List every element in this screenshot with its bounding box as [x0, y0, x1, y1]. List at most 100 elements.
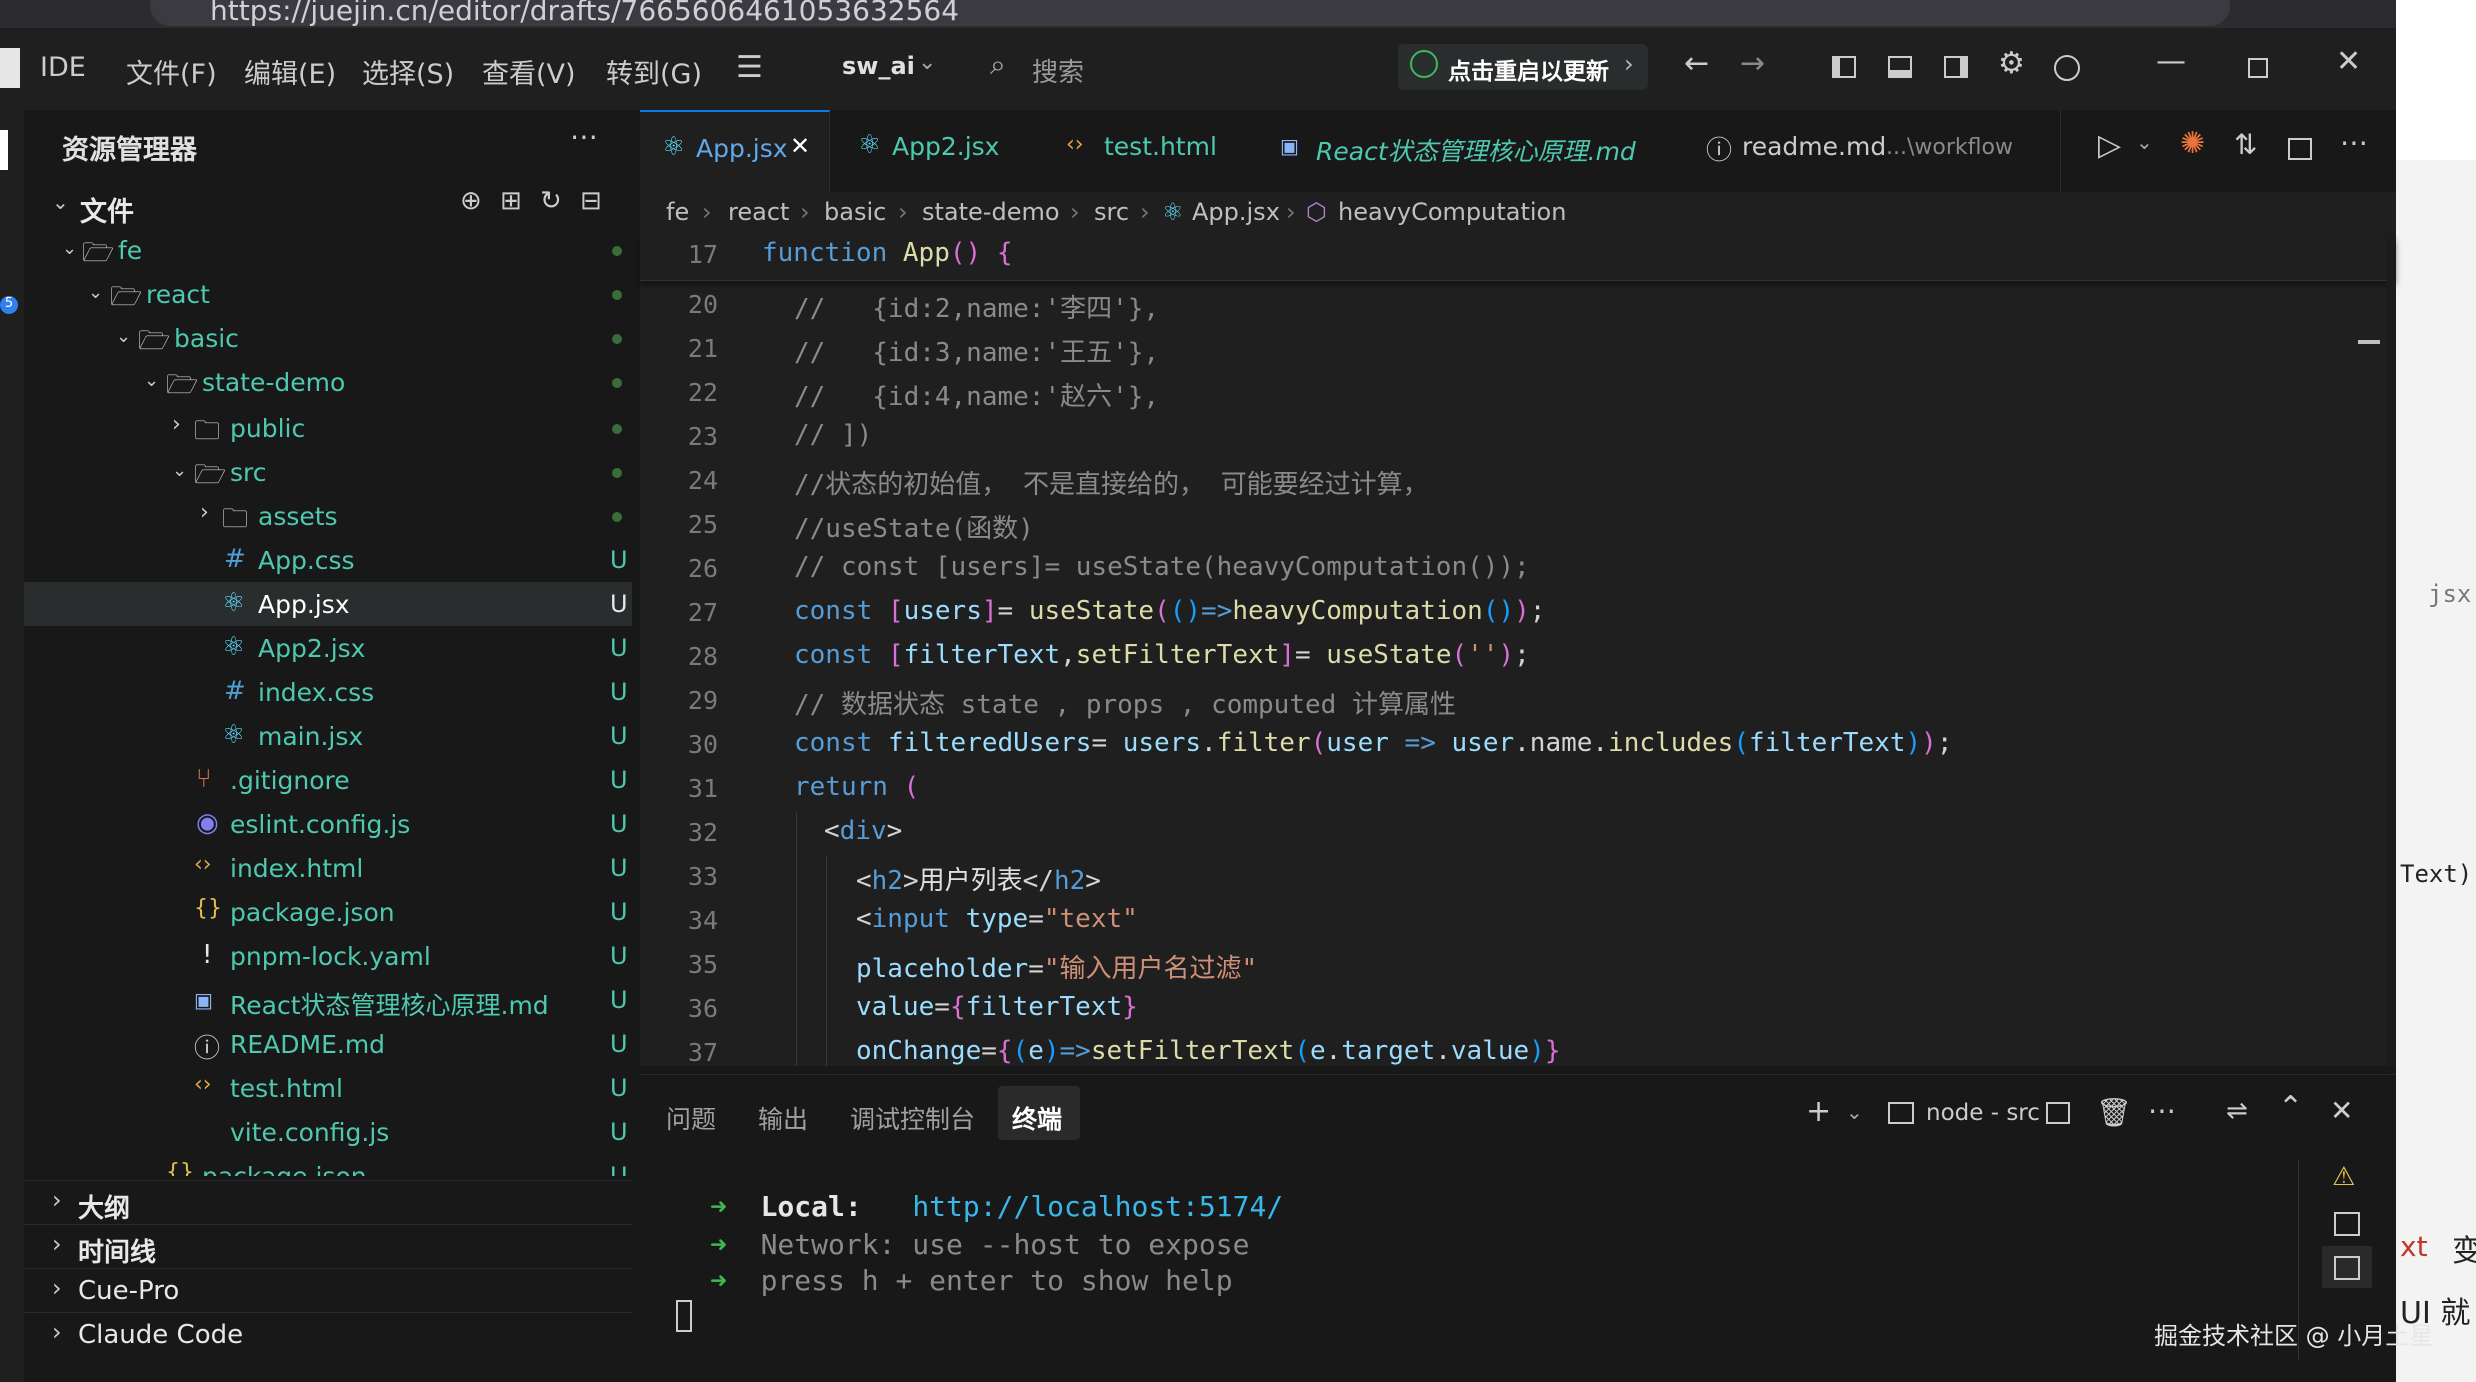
breadcrumb-symbol[interactable]: heavyComputation	[1338, 198, 1566, 226]
tab-app2-jsx[interactable]: ⚛ App2.jsx	[830, 110, 1043, 192]
terminal-instance-icon[interactable]	[2334, 1212, 2360, 1236]
hamburger-menu-icon[interactable]: ☰	[736, 50, 763, 85]
more-actions-icon[interactable]: ⋯	[570, 120, 598, 153]
panel-tab-problems[interactable]: 问题	[666, 1100, 716, 1136]
breadcrumb-fe[interactable]: fe	[666, 198, 689, 226]
maximize-panel-icon[interactable]: ⌃	[2278, 1090, 2303, 1125]
more-actions-icon[interactable]: ⋯	[2148, 1094, 2176, 1127]
git-status: U	[610, 722, 628, 750]
split-terminal-icon[interactable]	[2046, 1102, 2070, 1124]
settings-sliders-icon[interactable]: ⇌	[2226, 1096, 2248, 1126]
ide-logo	[0, 48, 20, 88]
spark-icon[interactable]: ✺	[2180, 126, 2205, 161]
workspace-section-title[interactable]: 文件	[80, 190, 134, 229]
tree-item-index-html[interactable]: ‹› index.html U	[24, 846, 632, 890]
chevron-right-icon: ›	[52, 1186, 62, 1214]
breadcrumb-basic[interactable]: basic	[824, 198, 886, 226]
new-terminal-icon[interactable]: +	[1806, 1094, 1831, 1129]
editor-scrollbar[interactable]	[2386, 236, 2396, 1066]
tree-item-app-jsx-selected[interactable]: ⚛ App.jsx U	[24, 582, 632, 626]
tree-item-assets[interactable]: › 🗀 assets	[24, 494, 632, 538]
tree-item-react[interactable]: ⌄ 🗁 react	[24, 272, 632, 316]
breadcrumb-src[interactable]: src	[1094, 198, 1129, 226]
chevron-down-icon[interactable]: ⌄	[52, 190, 69, 214]
tree-item-index-css[interactable]: # index.css U	[24, 670, 632, 714]
tree-item-app-css[interactable]: # App.css U	[24, 538, 632, 582]
tree-item-gitignore[interactable]: ⑂ .gitignore U	[24, 758, 632, 802]
tree-item-basic[interactable]: ⌄ 🗁 basic	[24, 316, 632, 360]
tree-item-package-json-clipped[interactable]: {} package.json U	[24, 1154, 632, 1176]
panel-tab-output[interactable]: 输出	[758, 1100, 808, 1136]
section-timeline[interactable]: 时间线	[78, 1232, 156, 1269]
tree-item-eslint-config[interactable]: ◉ eslint.config.js U	[24, 802, 632, 846]
tree-item-react-md[interactable]: ▣ React状态管理核心原理.md U	[24, 978, 632, 1022]
terminal-instance-icon[interactable]	[2334, 1256, 2360, 1280]
tree-item-label: App.css	[258, 546, 355, 575]
tree-item-package-json[interactable]: {} package.json U	[24, 890, 632, 934]
folder-open-icon: 🗁	[166, 370, 199, 400]
breadcrumb-react[interactable]: react	[728, 198, 789, 226]
terminal-name[interactable]: node - src	[1926, 1100, 2040, 1126]
warning-icon[interactable]: ⚠	[2332, 1162, 2355, 1192]
new-file-icon[interactable]: ⊕	[460, 186, 482, 216]
refresh-icon[interactable]: ↻	[540, 186, 562, 216]
tree-item-pnpm-lock[interactable]: ! pnpm-lock.yaml U	[24, 934, 632, 978]
more-actions-icon[interactable]: ⋯	[2340, 126, 2368, 159]
new-folder-icon[interactable]: ⊞	[500, 186, 522, 216]
toggle-panel-icon[interactable]	[1888, 56, 1912, 78]
account-icon[interactable]	[2054, 55, 2080, 81]
section-outline[interactable]: 大纲	[78, 1188, 130, 1225]
back-arrow-icon[interactable]: ←	[1684, 46, 1709, 81]
gear-icon[interactable]: ⚙	[1998, 46, 2025, 81]
section-cue-pro[interactable]: Cue-Pro	[78, 1276, 179, 1306]
close-icon[interactable]: ✕	[790, 132, 810, 160]
tree-item-vite-config[interactable]: vite.config.js U	[24, 1110, 632, 1154]
profile-select[interactable]: sw_ai ⌄	[822, 48, 940, 88]
forward-arrow-icon[interactable]: →	[1740, 46, 1765, 81]
chevron-down-icon[interactable]: ⌄	[2136, 130, 2153, 154]
menu-selection[interactable]: 选择(S)	[362, 52, 454, 91]
address-bar-url[interactable]: https://juejin.cn/editor/drafts/76656064…	[210, 0, 959, 27]
command-search[interactable]: ⌕ 搜索	[980, 48, 1360, 88]
toggle-sidebar-icon[interactable]	[1832, 56, 1856, 78]
tree-item-state-demo[interactable]: ⌄ 🗁 state-demo	[24, 360, 632, 404]
breadcrumb-state-demo[interactable]: state-demo	[922, 198, 1060, 226]
chevron-down-icon[interactable]: ⌄	[1846, 1100, 1863, 1124]
line-number: 31	[687, 774, 718, 803]
line-number: 29	[687, 686, 718, 715]
collapse-all-icon[interactable]: ⊟	[580, 186, 602, 216]
tree-item-fe[interactable]: ⌄ 🗁 fe	[24, 228, 632, 272]
tab-app-jsx[interactable]: ⚛ App.jsx ✕	[640, 110, 830, 192]
tree-item-label: vite.config.js	[230, 1118, 390, 1147]
tree-item-test-html[interactable]: ‹› test.html U	[24, 1066, 632, 1110]
trash-icon[interactable]: 🗑	[2096, 1096, 2132, 1129]
compare-changes-icon[interactable]: ⇅	[2234, 128, 2257, 161]
explorer-activity-icon[interactable]	[0, 130, 8, 170]
run-icon[interactable]: ▷	[2098, 128, 2121, 163]
panel-tab-debug-console[interactable]: 调试控制台	[850, 1100, 975, 1136]
tree-item-main-jsx[interactable]: ⚛ main.jsx U	[24, 714, 632, 758]
tab-react-md[interactable]: ▣ React状态管理核心原理.md	[1254, 110, 1685, 192]
tree-item-readme[interactable]: ⓘ README.md U	[24, 1022, 632, 1066]
chevron-right-icon: ›	[172, 412, 181, 437]
close-window-icon[interactable]: ✕	[2336, 44, 2361, 79]
tree-item-src[interactable]: ⌄ 🗁 src	[24, 450, 632, 494]
breadcrumb-app-jsx[interactable]: App.jsx	[1192, 198, 1280, 226]
split-editor-icon[interactable]	[2288, 138, 2312, 160]
minimize-icon[interactable]: —	[2156, 44, 2186, 79]
restart-update-button[interactable]: 点击重启以更新 ›	[1398, 44, 1648, 90]
panel-tab-terminal[interactable]: 终端	[1012, 1100, 1062, 1136]
menu-view[interactable]: 查看(V)	[482, 52, 576, 91]
tab-test-html[interactable]: ‹› test.html	[1042, 110, 1255, 192]
menu-goto[interactable]: 转到(G)	[606, 52, 702, 91]
scm-badge: 5	[0, 296, 18, 314]
tree-item-app2-jsx[interactable]: ⚛ App2.jsx U	[24, 626, 632, 670]
menu-edit[interactable]: 编辑(E)	[244, 52, 336, 91]
maximize-icon[interactable]	[2248, 58, 2268, 78]
tab-readme[interactable]: ⓘ readme.md ...\workflow	[1684, 110, 2061, 192]
section-claude-code[interactable]: Claude Code	[78, 1320, 243, 1350]
toggle-secondary-sidebar-icon[interactable]	[1944, 56, 1968, 78]
close-panel-icon[interactable]: ✕	[2330, 1094, 2353, 1127]
menu-file[interactable]: 文件(F)	[126, 52, 217, 91]
tree-item-public[interactable]: › 🗀 public	[24, 406, 632, 450]
